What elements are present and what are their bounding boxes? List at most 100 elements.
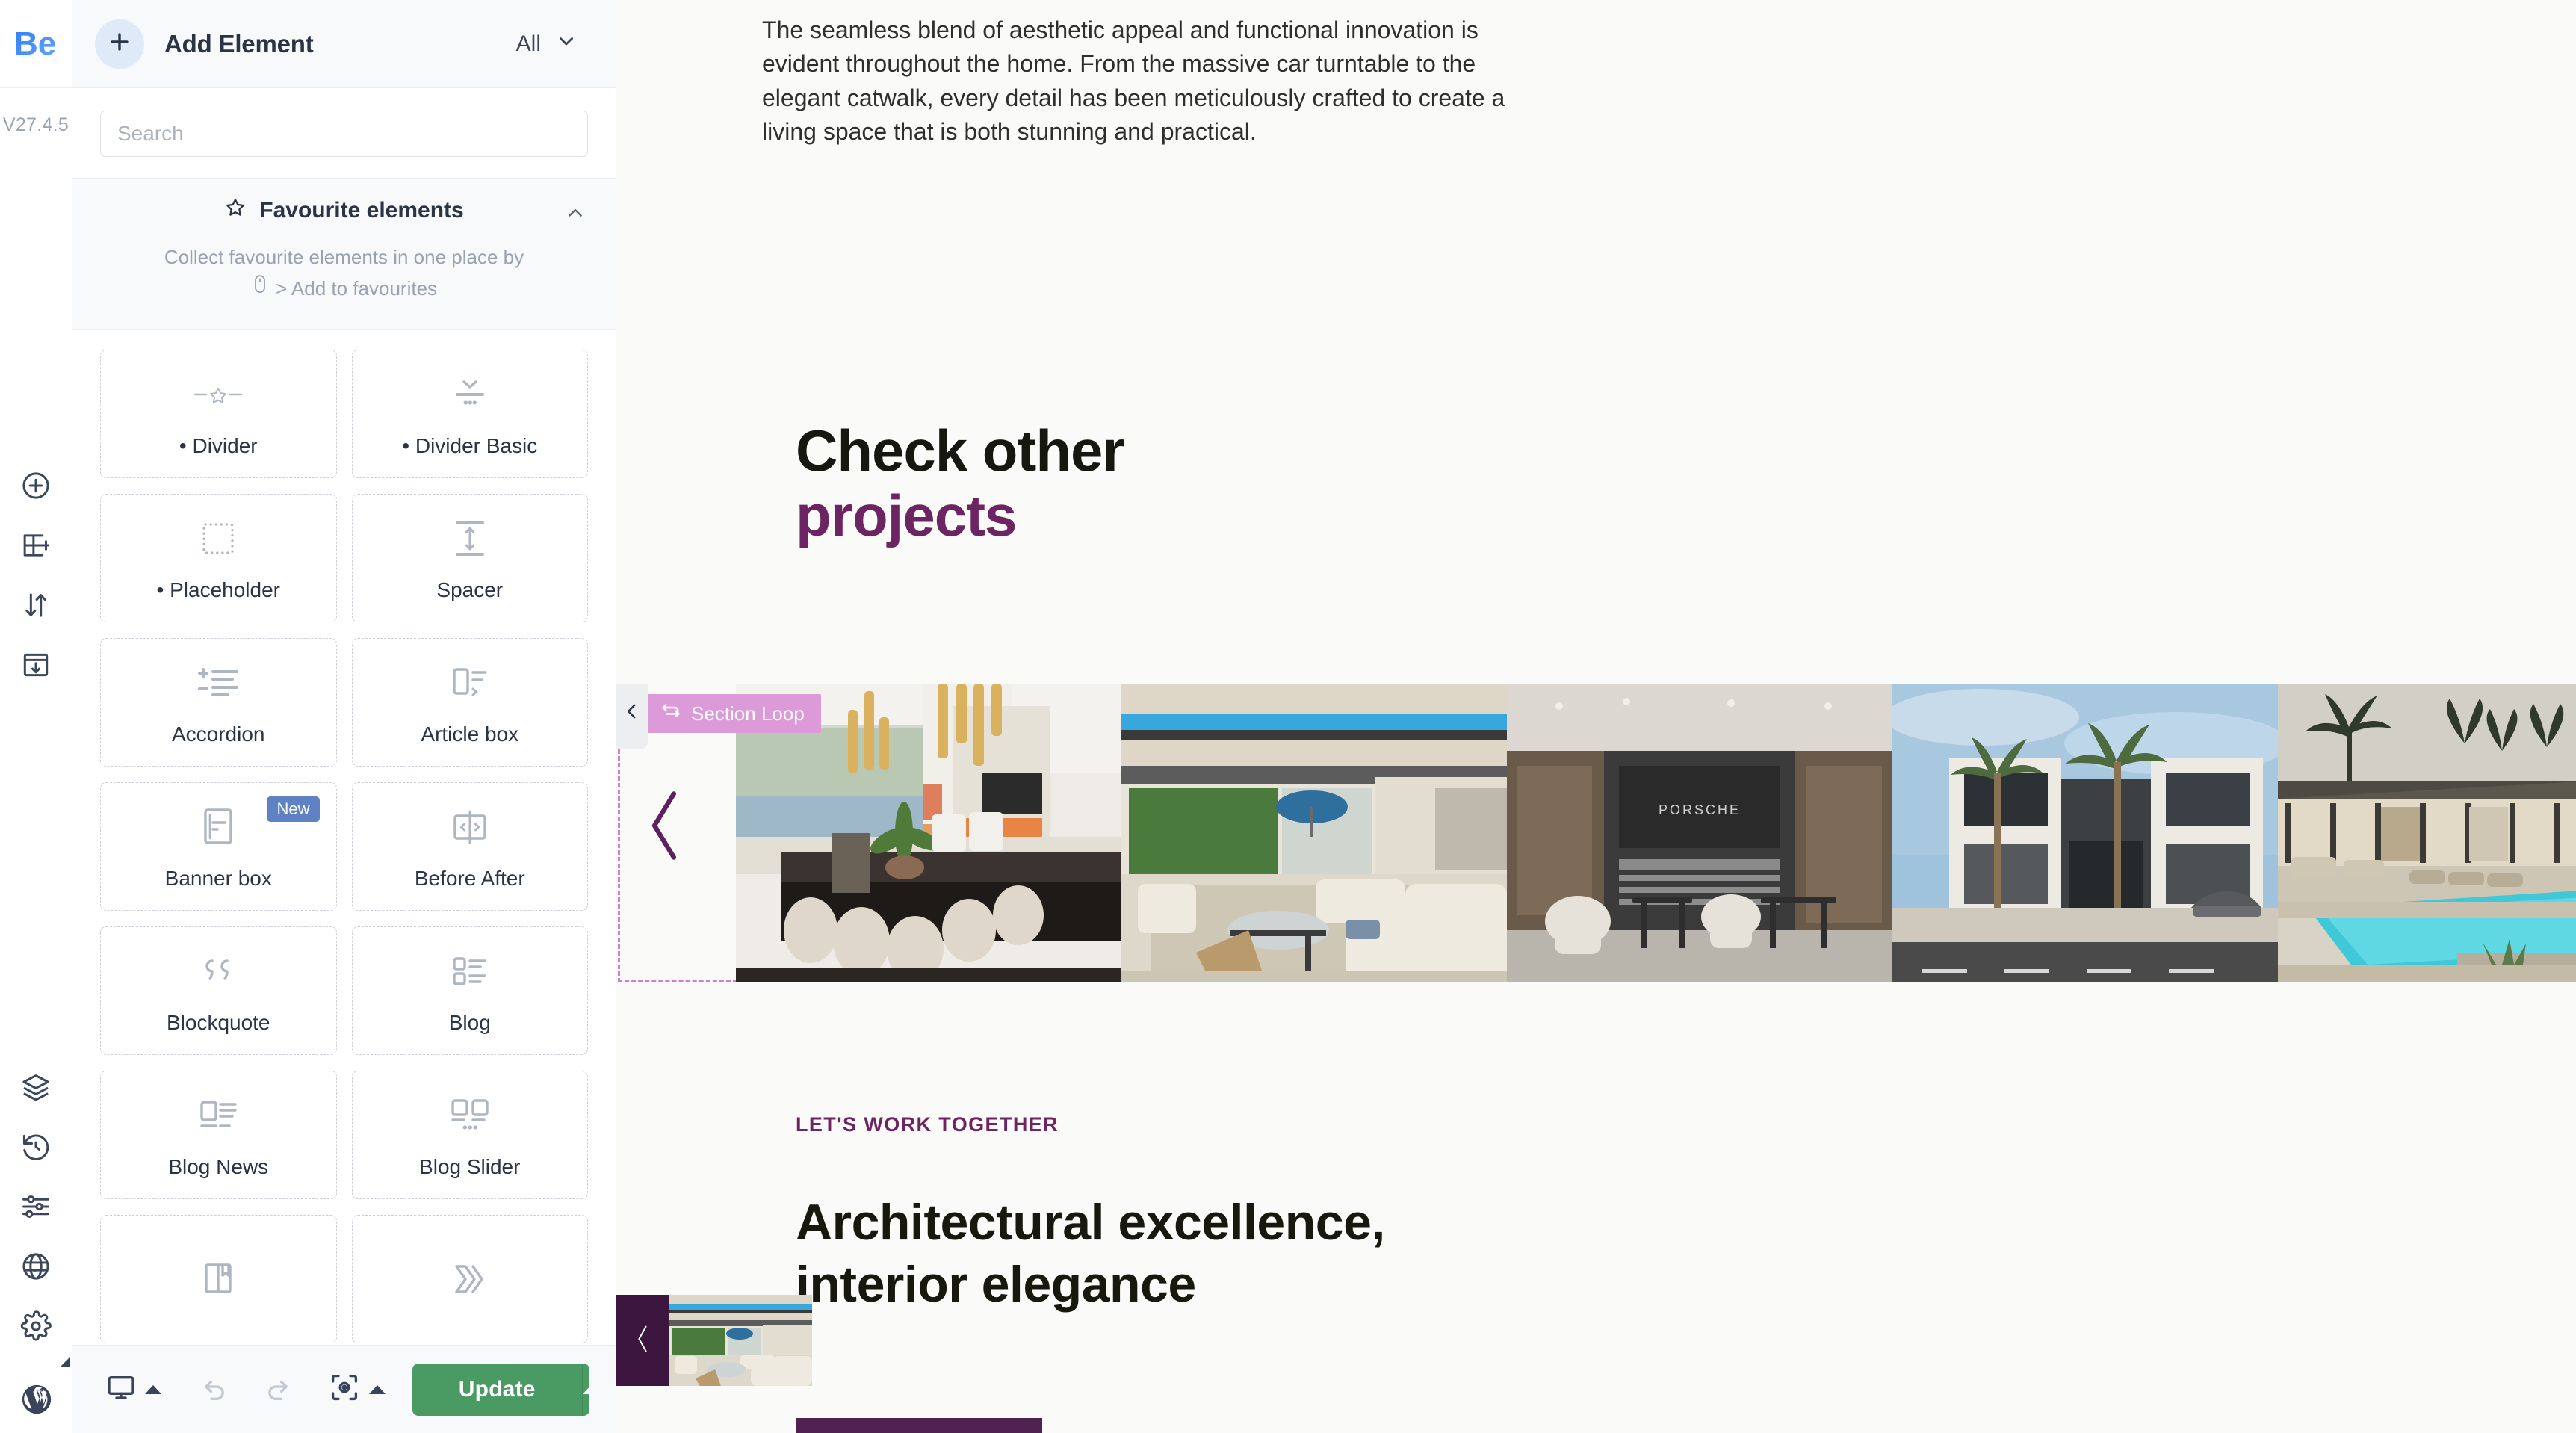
section-loop-badge[interactable]: Section Loop <box>648 694 821 733</box>
element-card-article-box[interactable]: Article box <box>351 638 588 767</box>
page-canvas[interactable]: The seamless blend of aesthetic appeal a… <box>616 0 2576 1433</box>
rail-item-global-settings[interactable] <box>0 1178 72 1238</box>
element-card-blog-slider[interactable]: Blog Slider <box>351 1071 588 1200</box>
carousel-prev-arrow[interactable] <box>643 788 685 867</box>
element-filter-value: All <box>515 31 541 56</box>
element-label: Blog Slider <box>419 1155 521 1179</box>
search-input[interactable] <box>100 111 588 157</box>
update-button[interactable]: Update <box>412 1363 589 1416</box>
thumbnail-prev-button[interactable] <box>616 1295 669 1386</box>
before-after-icon <box>448 802 492 852</box>
chevron-up-icon[interactable] <box>565 202 586 227</box>
element-label: Blog <box>448 1011 491 1035</box>
blog-icon <box>448 947 492 996</box>
rail-item-save-template[interactable] <box>0 637 72 696</box>
elements-grid: • Divider • Divider Basic • Placeholder … <box>100 350 588 1344</box>
element-card-divider-basic[interactable]: • Divider Basic <box>351 350 588 479</box>
heading-line-2: projects <box>796 483 1017 549</box>
wordpress-button[interactable] <box>0 1369 72 1433</box>
version-label: V27.4.5 <box>2 114 69 135</box>
favourite-desc-line-2: > Add to favourites <box>275 277 438 300</box>
architectural-heading[interactable]: Architectural excellence, interior elega… <box>796 1192 1385 1316</box>
layers-icon <box>20 1071 52 1107</box>
favourite-elements-header[interactable]: Favourite elements <box>72 196 616 225</box>
left-icon-rail: Be V27.4.5 <box>0 0 72 1433</box>
arch-heading-line-1: Architectural excellence, <box>796 1194 1385 1251</box>
spacer-icon <box>450 514 490 563</box>
carousel-slide[interactable]: PORSCHE <box>1507 684 1892 982</box>
blog-news-icon <box>196 1091 241 1140</box>
redo-button[interactable] <box>256 1372 300 1406</box>
accent-bar <box>796 1418 1042 1433</box>
redo-icon <box>263 1372 293 1406</box>
loop-icon <box>660 700 682 728</box>
carousel-slide[interactable] <box>1892 684 2278 982</box>
blog-slider-icon <box>447 1091 493 1140</box>
monitor-icon <box>106 1372 136 1406</box>
rail-item-move-section[interactable] <box>0 577 72 637</box>
rail-item-add-element[interactable] <box>0 457 72 517</box>
add-element-button[interactable] <box>95 19 144 69</box>
element-label: • Divider Basic <box>402 434 538 458</box>
be-logo[interactable]: Be <box>0 0 72 88</box>
update-dropdown-button[interactable] <box>581 1363 589 1416</box>
rail-item-add-section[interactable] <box>0 517 72 577</box>
save-template-icon <box>20 649 52 684</box>
sliders-icon <box>20 1191 52 1226</box>
svg-text:Be: Be <box>14 27 56 61</box>
chevron-left-icon[interactable] <box>622 699 642 728</box>
preview-button[interactable] <box>321 1372 393 1407</box>
projects-carousel[interactable]: Section Loop PORSCHE <box>616 684 2576 982</box>
rail-item-settings[interactable] <box>0 1298 72 1358</box>
rail-item-history[interactable] <box>0 1118 72 1178</box>
banner-box-icon <box>199 802 237 852</box>
panel-resize-handle[interactable] <box>60 1357 70 1367</box>
status-badge: New <box>267 796 320 823</box>
carousel-slides: PORSCHE <box>736 684 2576 982</box>
heading-line-1: Check other <box>796 418 1125 483</box>
arch-heading-line-2: interior elegance <box>796 1255 1196 1313</box>
favourite-elements-title: Favourite elements <box>259 198 464 223</box>
element-card-partial-left[interactable] <box>100 1215 337 1344</box>
placeholder-icon <box>198 514 238 563</box>
blockquote-icon <box>197 947 239 996</box>
element-card-banner-box[interactable]: New Banner box <box>100 782 337 912</box>
book-icon <box>197 1254 239 1304</box>
element-filter-select[interactable]: All <box>516 31 577 58</box>
undo-button[interactable] <box>192 1372 237 1406</box>
element-label: • Placeholder <box>156 578 280 602</box>
caret-up-icon[interactable] <box>368 1384 386 1394</box>
element-card-before-after[interactable]: Before After <box>351 782 588 912</box>
eyebrow-text[interactable]: LET'S WORK TOGETHER <box>796 1113 1059 1136</box>
update-button-label: Update <box>458 1376 536 1402</box>
carousel-slide[interactable] <box>1121 684 1507 982</box>
element-card-placeholder[interactable]: • Placeholder <box>100 494 337 623</box>
search-area <box>72 88 616 178</box>
section-thumbnail-nav[interactable] <box>616 1295 812 1386</box>
element-card-blog-news[interactable]: Blog News <box>100 1071 337 1200</box>
rail-item-layers[interactable] <box>0 1059 72 1118</box>
carousel-slide[interactable] <box>2278 684 2576 982</box>
intro-paragraph[interactable]: The seamless blend of aesthetic appeal a… <box>762 13 1509 149</box>
element-card-blockquote[interactable]: Blockquote <box>100 926 337 1056</box>
element-card-partial-right[interactable] <box>351 1215 588 1344</box>
element-card-blog[interactable]: Blog <box>351 926 588 1056</box>
element-label: Accordion <box>171 722 265 746</box>
element-card-accordion[interactable]: Accordion <box>100 638 337 767</box>
element-label: Article box <box>421 722 519 746</box>
check-other-projects-heading[interactable]: Check other projects <box>796 418 1125 549</box>
element-label: Blog News <box>168 1155 269 1179</box>
elements-scroll-area[interactable]: • Divider • Divider Basic • Placeholder … <box>72 330 616 1345</box>
chevron-down-icon <box>556 31 577 58</box>
star-icon <box>224 196 247 225</box>
caret-up-icon[interactable] <box>145 1384 161 1394</box>
add-to-favourites-hint: > Add to favourites <box>251 273 437 304</box>
gear-icon <box>20 1310 52 1346</box>
element-label: Banner box <box>164 867 272 891</box>
divider-basic-icon <box>448 370 492 419</box>
wordpress-icon <box>19 1382 54 1420</box>
element-card-spacer[interactable]: Spacer <box>351 494 588 623</box>
element-card-divider[interactable]: • Divider <box>100 350 337 479</box>
rail-item-globe[interactable] <box>0 1238 72 1298</box>
device-preview-button[interactable] <box>99 1372 169 1406</box>
